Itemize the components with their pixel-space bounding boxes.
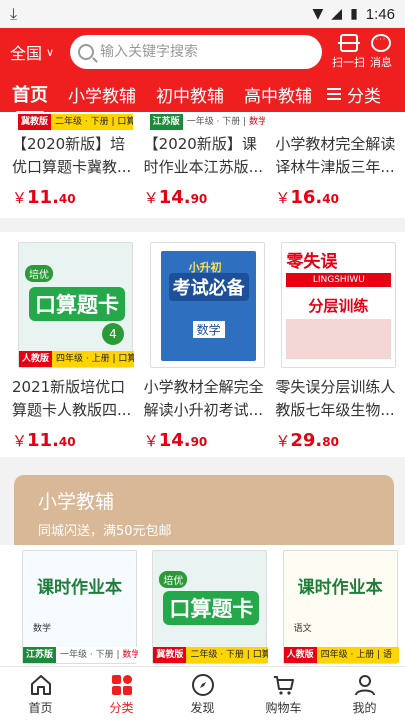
search-bar[interactable] [70,35,322,69]
book-cover: 课时作业本 语文 人教版 四年级 · 上册 | 语 [282,550,399,664]
search-input[interactable] [100,44,300,60]
book-cover: 培优 口算题卡 4 人教版 四年级 · 上册 | 口算 [18,242,134,368]
status-bar: ⤓ ▼ ◢ ▮ 1:46 [0,0,405,28]
product-card[interactable]: 课时作业本 语文 人教版 四年级 · 上册 | 语 [275,550,401,664]
promo-banner[interactable]: 小学教辅 同城闪送，满50元包邮 [14,475,394,555]
product-section-2: 培优 口算题卡 4 人教版 四年级 · 上册 | 口算 2021新版培优口算题卡… [0,232,405,457]
product-title: 小学教材完全解读译林牛津版三年... [275,135,396,176]
tab-junior[interactable]: 初中教辅 [156,82,224,107]
product-card[interactable]: 江苏版 一年级 · 下册 | 数学 【2020新版】课时作业本江苏版... ￥1… [142,112,270,208]
cart-icon [273,676,294,695]
compass-icon [191,674,214,696]
category-label: 分类 [347,86,381,107]
scan-button[interactable]: 扫一扫 [332,34,365,70]
chevron-down-icon: ∨ [46,45,55,59]
book-cover: 零失误 LINGSHIWU 分层训练 [281,242,397,368]
product-title: 【2020新版】课时作业本江苏版... [143,135,263,176]
product-title: 小学教材全解完全解读小升初考试... [143,378,264,419]
promo-subtitle: 同城闪送，满50元包邮 [38,524,172,539]
product-section-3: 课时作业本 数学 江苏版 一年级 · 下册 | 数学 培优 口算题卡 冀教版 二… [0,545,405,666]
edition-strip: 人教版 四年级 · 上册 | 语 [283,647,399,663]
location-selector[interactable]: 全国 ∨ [10,40,54,64]
tab-senior[interactable]: 高中教辅 [244,82,312,107]
book-cover: 培优 口算题卡 冀教版 二年级 · 下册 | 口算 [152,550,269,664]
nav-cart[interactable]: 购物车 [243,667,324,720]
product-title: 零失误分层训练人教版七年级生物... [275,378,396,419]
signal-icon: ◢ [331,6,343,22]
edition-strip: 冀教版 二年级 · 下册 | 口算 [18,114,133,130]
product-section-1: 冀教版 二年级 · 下册 | 口算 【2020新版】培优口算题卡冀教... ￥1… [0,112,405,218]
product-price: ￥14.90 [143,187,208,208]
download-icon: ⤓ [10,4,18,23]
book-cover: 小升初 考试必备 数学 [149,242,265,368]
tab-home[interactable]: 首页 [12,81,48,114]
product-card[interactable]: 零失误 LINGSHIWU 分层训练 零失误分层训练人教版七年级生物... ￥2… [273,242,401,451]
app-header: 全国 ∨ 扫一扫 ··· 消息 首页 小学教辅 初中教辅 高中教辅 分类 [0,28,405,114]
message-icon: ··· [371,34,391,52]
clock: 1:46 [365,5,395,23]
product-price: ￥11.40 [12,187,76,208]
product-card[interactable]: 培优 口算题卡 冀教版 二年级 · 下册 | 口算 [144,550,270,664]
nav-home[interactable]: 首页 [0,667,81,720]
wifi-icon: ▼ [312,6,324,22]
nav-category[interactable]: 分类 [81,667,162,720]
battery-icon: ▮ [350,6,358,22]
book-cover: 冀教版 二年级 · 下册 | 口算 [18,112,133,130]
product-title: 2021新版培优口算题卡人教版四... [12,378,132,419]
category-icon [111,675,132,695]
edition-strip: 人教版 四年级 · 上册 | 口算 [19,351,134,367]
promo-title: 小学教辅 [38,491,115,513]
category-tabs: 首页 小学教辅 初中教辅 高中教辅 分类 [0,76,405,114]
message-button[interactable]: ··· 消息 [370,34,392,70]
menu-icon [327,88,341,100]
scan-label: 扫一扫 [332,56,365,69]
nav-discover[interactable]: 发现 [162,667,243,720]
tab-primary[interactable]: 小学教辅 [68,82,136,107]
book-cover [281,112,397,130]
edition-strip: 江苏版 一年级 · 下册 | 数学 [23,647,138,663]
user-icon [354,675,375,696]
product-card[interactable]: 培优 口算题卡 4 人教版 四年级 · 上册 | 口算 2021新版培优口算题卡… [10,242,138,451]
book-cover: 课时作业本 数学 江苏版 一年级 · 下册 | 数学 [22,550,138,664]
message-label: 消息 [370,56,392,69]
product-card[interactable]: 冀教版 二年级 · 下册 | 口算 【2020新版】培优口算题卡冀教... ￥1… [10,112,138,208]
product-price: ￥11.40 [12,430,76,451]
product-price: ￥14.90 [143,430,208,451]
product-price: ￥29.80 [275,430,339,451]
home-icon [30,675,51,695]
nav-profile[interactable]: 我的 [324,667,405,720]
location-label: 全国 [10,44,43,63]
scan-icon [337,34,360,52]
book-cover: 江苏版 一年级 · 下册 | 数学 [149,112,265,130]
category-button[interactable]: 分类 [317,76,405,112]
product-price: ￥16.40 [275,187,339,208]
edition-strip: 江苏版 一年级 · 下册 | 数学 [149,114,265,130]
edition-strip: 冀教版 二年级 · 下册 | 口算 [153,647,269,663]
product-card[interactable]: 小学教材完全解读译林牛津版三年... ￥16.40 [273,112,401,208]
search-icon [78,44,94,60]
product-card[interactable]: 小升初 考试必备 数学 小学教材全解完全解读小升初考试... ￥14.90 [142,242,270,451]
product-card[interactable]: 课时作业本 数学 江苏版 一年级 · 下册 | 数学 [14,550,140,664]
product-title: 【2020新版】培优口算题卡冀教... [12,135,132,176]
bottom-nav: 首页 分类 发现 购物车 我的 [0,666,405,720]
